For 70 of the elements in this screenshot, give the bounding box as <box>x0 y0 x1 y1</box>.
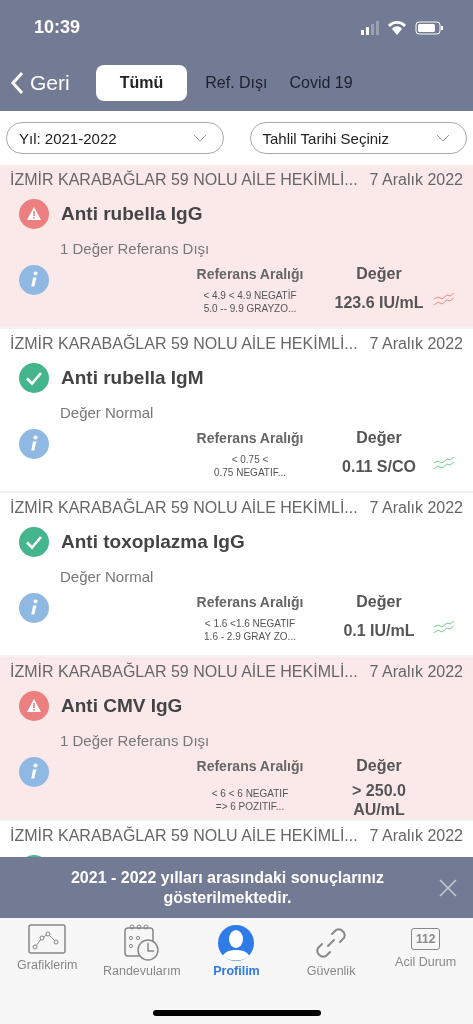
check-icon <box>19 527 49 557</box>
column-label: Referans Aralığı <box>195 758 305 774</box>
column-label: Referans Aralığı <box>195 594 305 610</box>
back-button[interactable]: Geri <box>10 71 70 95</box>
tab-bar-item[interactable]: Randevularım <box>96 924 187 978</box>
tab-bar-item[interactable]: Güvenlik <box>286 924 377 978</box>
result-summary: 1 Değer Referans Dışı <box>60 731 210 749</box>
reference-range: < 4.9 < 4.9 NEGATİF 5.0 -- 9.9 GRAYZO... <box>202 289 298 315</box>
status-time: 10:39 <box>34 17 81 38</box>
result-card[interactable]: İZMİR KARABAĞLAR 59 NOLU AİLE HEKİMLİ... 7 Aralık 2022 Anti rubella IgG 1 Değer Referans Dışı Referans Aralığı Değer < 4.9 < 4.9 NEGATİF 5.0 -- 9.9 GRAYZO... 123.6 IU/mL <box>0 165 473 329</box>
warning-icon <box>19 691 49 721</box>
column-label: Değer <box>355 593 403 611</box>
profile-icon <box>217 924 256 962</box>
test-name: Anti toxoplazma IgG <box>61 531 245 553</box>
tab-bar-item[interactable]: Profilim <box>191 924 282 978</box>
reference-range: < 0.75 < 0.75 NEGATIF... <box>212 453 288 479</box>
tab-bar-item[interactable]: Grafiklerim <box>2 924 93 978</box>
lab-name: İZMİR KARABAĞLAR 59 NOLU AİLE HEKİMLİ... <box>10 663 358 681</box>
result-value: 0.11 S/CO <box>341 456 417 476</box>
check-icon <box>19 363 49 393</box>
column-label: Değer <box>355 265 403 283</box>
column-label: Referans Aralığı <box>195 430 305 446</box>
emergency-number-icon: 112 <box>411 928 441 950</box>
test-name: Anti rubella IgG <box>61 203 203 225</box>
reference-range: < 6 < 6 NEGATIF => 6 POZITIF... <box>210 787 290 813</box>
info-icon[interactable] <box>19 593 49 623</box>
info-icon[interactable] <box>19 757 49 787</box>
info-icon[interactable] <box>19 265 49 295</box>
lab-name: İZMİR KARABAĞLAR 59 NOLU AİLE HEKİMLİ... <box>10 335 358 353</box>
result-date: 7 Aralık 2022 <box>369 663 463 681</box>
result-value: 0.1 IU/mL <box>342 620 416 640</box>
lab-name: İZMİR KARABAĞLAR 59 NOLU AİLE HEKİMLİ... <box>10 171 358 189</box>
lab-name: İZMİR KARABAĞLAR 59 NOLU AİLE HEKİMLİ... <box>10 499 358 517</box>
result-value: > 250.0 AU/mL <box>351 781 407 819</box>
test-name: Anti CMV IgG <box>61 695 183 717</box>
tab-bar-item[interactable]: 112 Acil Durum <box>380 924 471 978</box>
column-label: Referans Aralığı <box>195 266 305 282</box>
trend-icon[interactable] <box>433 457 455 471</box>
result-date: 7 Aralık 2022 <box>369 335 463 353</box>
toast-message: 2021 - 2022 yılları arasındaki sonuçlarınız gösterilmektedir. <box>69 867 386 908</box>
result-summary: Değer Normal <box>60 403 154 421</box>
signal-icon <box>361 20 379 35</box>
back-chevron-icon <box>10 71 24 95</box>
result-date: 7 Aralık 2022 <box>369 171 463 189</box>
filter-tab[interactable]: Tümü <box>95 65 188 101</box>
filter-tab[interactable]: Covid 19 <box>285 65 357 101</box>
column-label: Değer <box>355 757 403 775</box>
reference-range: < 1.6 <1.6 NEGATIF 1.6 - 2.9 GRAY ZO... <box>203 617 297 643</box>
chevron-down-icon <box>192 134 207 142</box>
filter-tab[interactable]: Ref. Dışı <box>201 65 272 101</box>
chart-icon <box>28 924 67 956</box>
close-icon <box>439 878 457 897</box>
info-icon[interactable] <box>19 429 49 459</box>
result-card[interactable]: İZMİR KARABAĞLAR 59 NOLU AİLE HEKİMLİ... 7 Aralık 2022 Anti CMV IgG 1 Değer Referans Dışı Referans Aralığı Değer < 6 < 6 NEGATIF => 6 POZITIF... > 250.0 AU/mL <box>0 657 473 821</box>
lab-name: İZMİR KARABAĞLAR 59 NOLU AİLE HEKİMLİ... <box>10 827 358 845</box>
result-value: 123.6 IU/mL <box>333 292 425 312</box>
trend-icon[interactable] <box>433 293 455 307</box>
chevron-down-icon <box>436 134 450 142</box>
calendar-clock-icon <box>122 924 161 962</box>
warning-icon <box>19 199 49 229</box>
trend-icon[interactable] <box>433 621 455 635</box>
column-label: Değer <box>355 429 403 447</box>
result-date: 7 Aralık 2022 <box>369 827 463 845</box>
result-date: 7 Aralık 2022 <box>369 499 463 517</box>
test-name: Anti rubella IgM <box>61 367 204 389</box>
close-button[interactable] <box>439 878 457 897</box>
result-summary: 1 Değer Referans Dışı <box>60 239 210 257</box>
wifi-icon <box>388 20 406 35</box>
result-summary: Değer Normal <box>60 567 154 585</box>
battery-icon <box>415 21 443 34</box>
